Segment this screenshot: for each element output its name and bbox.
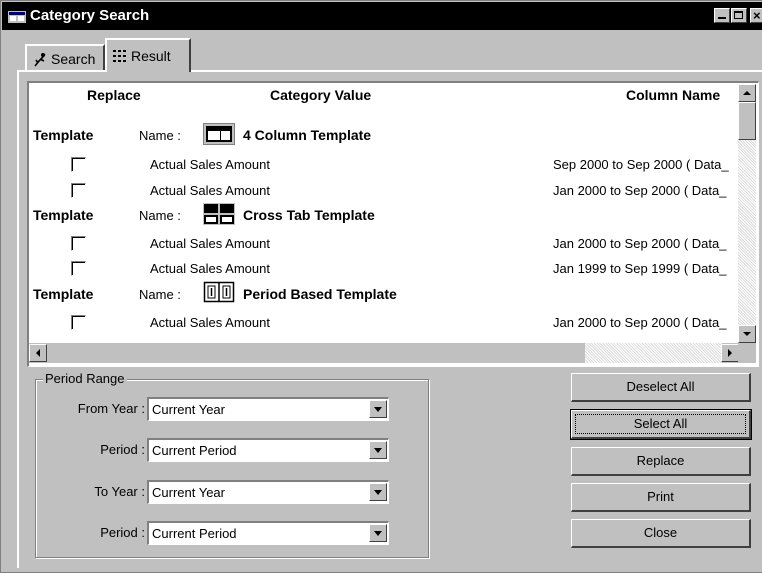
category-value-cell: Actual Sales Amount: [150, 261, 270, 276]
horizontal-scroll-track[interactable]: [585, 343, 722, 363]
select-all-button[interactable]: Select All: [570, 409, 752, 440]
four-column-template-icon: [203, 123, 235, 145]
cross-tab-template-icon: [203, 203, 235, 225]
maximize-button[interactable]: [731, 8, 747, 23]
column-name-cell: Jan 2000 to Sep 2000 ( Data_: [553, 183, 727, 198]
close-icon: ×: [753, 8, 761, 23]
column-name-cell: Jan 2000 to Sep 2000 ( Data_: [553, 236, 727, 251]
tab-search-label: Search: [51, 51, 96, 67]
scroll-right-button[interactable]: [721, 344, 739, 362]
print-label: Print: [647, 489, 674, 504]
grid-dots-icon: [113, 50, 126, 62]
vertical-scrollbar[interactable]: [738, 84, 756, 343]
close-button[interactable]: Close: [571, 519, 751, 548]
print-button[interactable]: Print: [571, 483, 751, 512]
to-year-value: Current Year: [152, 485, 225, 500]
from-period-label: Period :: [100, 442, 145, 457]
window-title: Category Search: [30, 7, 150, 24]
search-person-icon: [34, 53, 46, 67]
period-based-template-icon: [203, 281, 235, 303]
minimize-icon: [718, 17, 726, 19]
replace-checkbox[interactable]: [71, 236, 86, 251]
tab-result-label: Result: [131, 48, 171, 64]
from-year-value: Current Year: [152, 402, 225, 417]
template-name-label: Name :: [139, 287, 181, 302]
to-year-select[interactable]: Current Year: [147, 480, 389, 504]
chevron-down-icon: [374, 490, 382, 495]
replace-checkbox[interactable]: [71, 157, 86, 172]
column-header-column-name[interactable]: Column Name: [626, 87, 720, 103]
template-name-label: Name :: [139, 128, 181, 143]
arrow-up-icon: [743, 91, 751, 95]
maximize-icon: [734, 11, 743, 19]
template-label: Template: [33, 286, 94, 302]
arrow-down-icon: [743, 332, 751, 336]
column-name-cell: Jan 1999 to Sep 1999 ( Data_: [553, 261, 727, 276]
to-period-label: Period :: [100, 525, 145, 540]
chevron-down-icon: [374, 531, 382, 536]
select-all-label: Select All: [633, 416, 688, 431]
replace-button[interactable]: Replace: [571, 447, 751, 476]
category-search-window: Category Search × Search Result Replace …: [0, 0, 762, 573]
from-year-dropdown-button[interactable]: [369, 400, 387, 418]
replace-checkbox[interactable]: [71, 315, 86, 330]
scroll-left-button[interactable]: [29, 344, 47, 362]
horizontal-scrollbar[interactable]: [29, 343, 739, 363]
period-range-legend: Period Range: [43, 371, 127, 386]
template-name-label: Name :: [139, 208, 181, 223]
app-window-icon: [8, 11, 26, 23]
template-label: Template: [33, 207, 94, 223]
from-period-select[interactable]: Current Period: [147, 438, 389, 462]
to-period-value: Current Period: [152, 526, 237, 541]
template-label: Template: [33, 127, 94, 143]
column-name-cell: Sep 2000 to Sep 2000 ( Data_: [553, 157, 729, 172]
column-header-category-value[interactable]: Category Value: [270, 87, 371, 103]
from-year-label: From Year :: [77, 401, 145, 416]
to-period-dropdown-button[interactable]: [369, 524, 387, 542]
from-period-value: Current Period: [152, 443, 237, 458]
arrow-right-icon: [728, 349, 732, 357]
from-period-dropdown-button[interactable]: [369, 441, 387, 459]
results-grid[interactable]: Replace Category Value Column Name Templ…: [27, 81, 759, 367]
replace-checkbox[interactable]: [71, 183, 86, 198]
scrollbar-corner: [738, 343, 756, 363]
scroll-down-button[interactable]: [738, 325, 756, 343]
title-bar: Category Search ×: [2, 2, 762, 30]
template-title: Period Based Template: [243, 286, 397, 302]
minimize-button[interactable]: [714, 8, 730, 23]
column-header-replace[interactable]: Replace: [87, 87, 141, 103]
category-value-cell: Actual Sales Amount: [150, 315, 270, 330]
replace-checkbox[interactable]: [71, 261, 86, 276]
to-year-label: To Year :: [94, 484, 145, 499]
deselect-all-button[interactable]: Deselect All: [571, 373, 751, 402]
template-title: Cross Tab Template: [243, 207, 375, 223]
scroll-up-button[interactable]: [738, 84, 756, 102]
deselect-all-label: Deselect All: [626, 379, 695, 394]
chevron-down-icon: [374, 407, 382, 412]
vertical-scroll-thumb[interactable]: [738, 102, 756, 140]
tab-search[interactable]: Search: [25, 44, 105, 70]
category-value-cell: Actual Sales Amount: [150, 236, 270, 251]
template-title: 4 Column Template: [243, 127, 372, 143]
to-year-dropdown-button[interactable]: [369, 483, 387, 501]
category-value-cell: Actual Sales Amount: [150, 157, 270, 172]
arrow-left-icon: [36, 349, 40, 357]
column-name-cell: Jan 2000 to Sep 2000 ( Data_: [553, 315, 727, 330]
from-year-select[interactable]: Current Year: [147, 397, 389, 421]
close-window-button[interactable]: ×: [750, 8, 762, 23]
to-period-select[interactable]: Current Period: [147, 521, 389, 545]
chevron-down-icon: [374, 448, 382, 453]
tab-result[interactable]: Result: [105, 38, 191, 72]
category-value-cell: Actual Sales Amount: [150, 183, 270, 198]
close-label: Close: [643, 525, 678, 540]
replace-label: Replace: [636, 453, 685, 468]
